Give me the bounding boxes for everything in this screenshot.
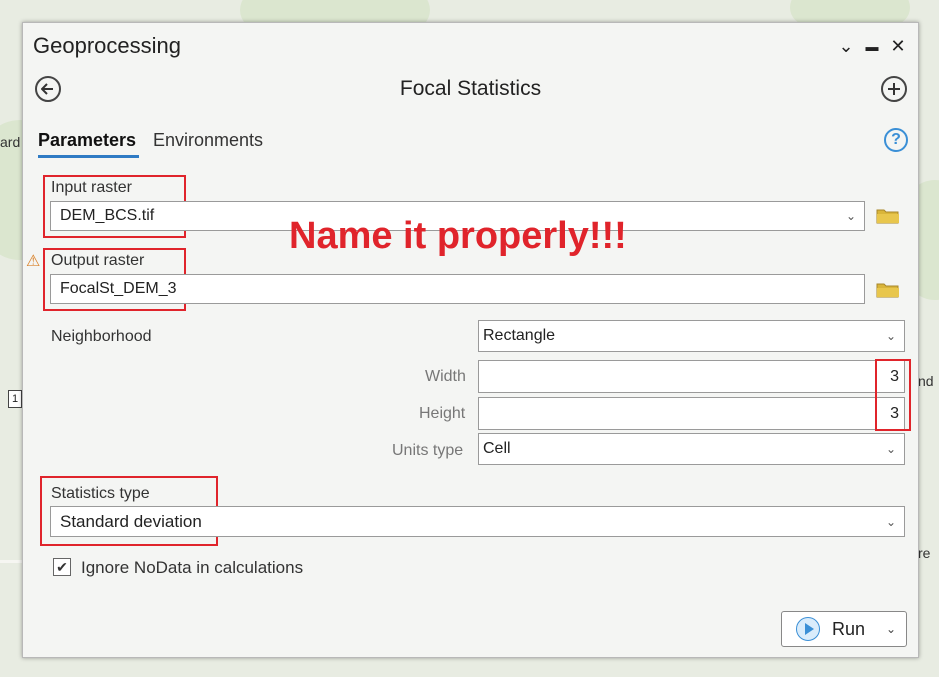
maximize-icon[interactable]: ▬: [861, 35, 883, 57]
chevron-down-icon[interactable]: ⌄: [886, 622, 896, 636]
output-raster-value: FocalSt_DEM_3: [60, 280, 177, 297]
close-icon[interactable]: ✕: [887, 35, 909, 57]
folder-icon[interactable]: [876, 207, 900, 229]
pane-options-icon[interactable]: ⌄: [835, 35, 857, 57]
units-type-label: Units type: [392, 442, 464, 459]
annotation-box-size: [875, 359, 911, 431]
units-type-dropdown[interactable]: Cell ⌄: [478, 433, 905, 465]
chevron-down-icon: ⌄: [885, 514, 896, 529]
geoprocessing-pane: Geoprocessing ⌄ ▬ ✕ Focal Statistics Par…: [22, 22, 919, 658]
ignore-nodata-label: Ignore NoData in calculations: [81, 558, 304, 577]
map-road-badge: 1: [8, 390, 22, 408]
map-label: re: [918, 545, 931, 561]
input-raster-value: DEM_BCS.tif: [60, 207, 155, 224]
run-button[interactable]: Run ⌄: [781, 611, 907, 647]
tool-title: Focal Statistics: [399, 77, 542, 100]
help-icon[interactable]: ?: [884, 128, 908, 152]
play-icon: [796, 617, 820, 641]
height-label: Height: [419, 405, 466, 422]
run-label: Run: [832, 618, 866, 639]
output-raster-label: Output raster: [51, 252, 145, 269]
height-input[interactable]: 3: [478, 397, 905, 430]
map-label: nd: [918, 373, 934, 389]
tab-parameters[interactable]: Parameters: [38, 130, 136, 151]
neighborhood-value: Rectangle: [483, 327, 556, 344]
width-label: Width: [425, 368, 466, 385]
chevron-down-icon: ⌄: [845, 209, 856, 223]
map-label: ard: [0, 134, 21, 150]
units-type-value: Cell: [483, 440, 511, 457]
warning-icon: ⚠: [26, 253, 41, 270]
chevron-down-icon: ⌄: [885, 329, 896, 343]
folder-icon[interactable]: [876, 281, 900, 303]
statistics-type-value: Standard deviation: [60, 511, 202, 531]
map-road: [0, 560, 22, 563]
neighborhood-label: Neighborhood: [51, 328, 152, 345]
annotation-text: Name it properly!!!: [289, 215, 627, 257]
statistics-type-dropdown[interactable]: Standard deviation ⌄: [50, 506, 905, 537]
output-raster-input[interactable]: FocalSt_DEM_3: [50, 274, 865, 304]
pane-title: Geoprocessing: [33, 33, 181, 58]
add-plus-icon[interactable]: [881, 76, 907, 102]
active-tab-indicator: [38, 155, 139, 158]
input-raster-label: Input raster: [51, 179, 132, 196]
width-input[interactable]: 3: [478, 360, 905, 393]
chevron-down-icon: ⌄: [885, 442, 896, 456]
ignore-nodata-checkbox[interactable]: ✔: [53, 558, 71, 576]
neighborhood-dropdown[interactable]: Rectangle ⌄: [478, 320, 905, 352]
statistics-type-label: Statistics type: [51, 485, 150, 502]
tab-environments[interactable]: Environments: [153, 130, 263, 151]
